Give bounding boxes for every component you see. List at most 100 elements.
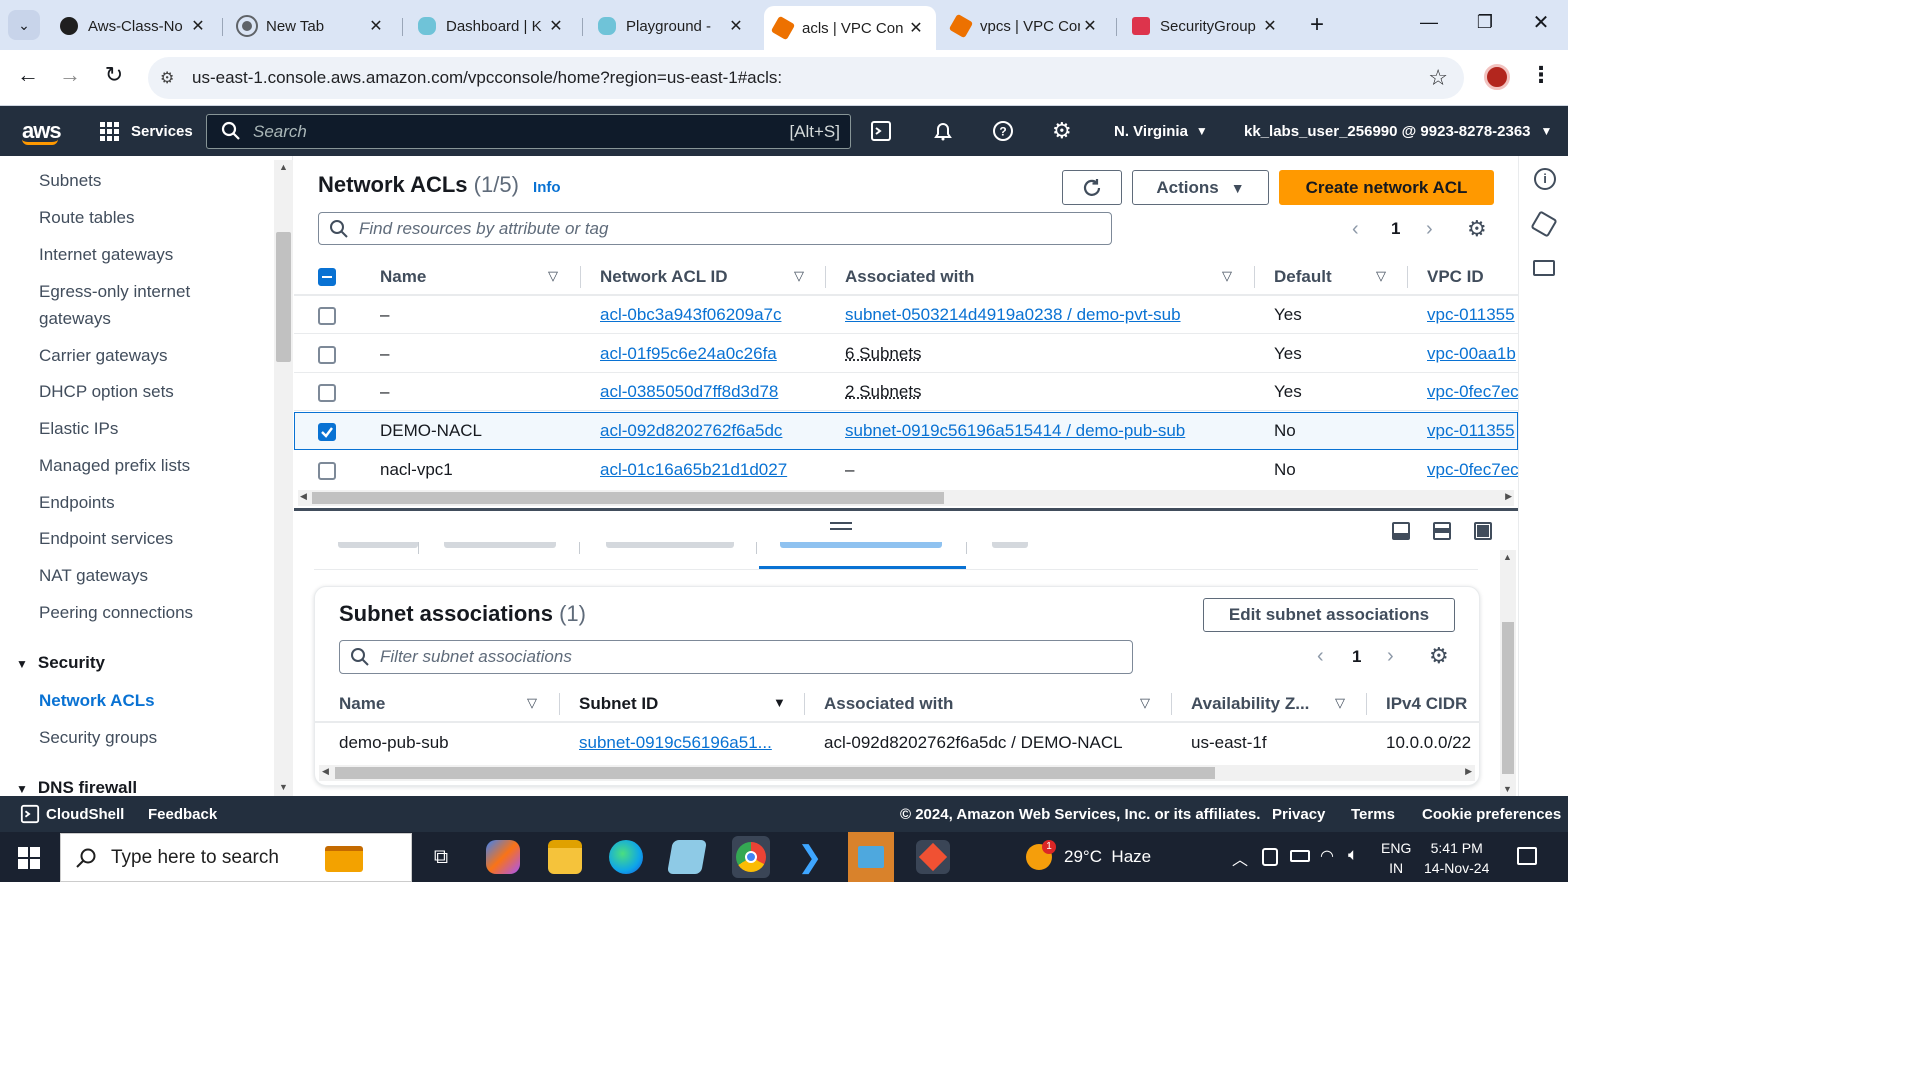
photos-icon[interactable] [848, 832, 894, 882]
info-link[interactable]: Info [533, 179, 561, 196]
cell-network-acl-id[interactable]: acl-092d8202762f6a5dc [600, 421, 782, 441]
sidebar-item-carrier-gateways[interactable]: Carrier gateways [39, 342, 168, 369]
close-icon[interactable]: ✕ [366, 16, 386, 36]
sort-icon[interactable]: ▽ [1140, 695, 1150, 711]
cell-network-acl-id[interactable]: acl-01f95c6e24a0c26fa [600, 344, 777, 364]
services-menu[interactable]: Services [100, 106, 193, 156]
next-page-icon[interactable]: › [1387, 645, 1394, 668]
site-info-icon[interactable]: ⚙ [160, 68, 184, 88]
panel-full-icon[interactable] [1474, 522, 1492, 540]
terms-link[interactable]: Terms [1351, 796, 1395, 832]
close-icon[interactable]: ✕ [906, 18, 926, 38]
page-number[interactable]: 1 [1352, 647, 1361, 667]
chrome-icon[interactable] [732, 836, 770, 878]
sort-icon[interactable]: ▽ [794, 268, 804, 284]
sidebar-section-dns-firewall[interactable]: ▼ DNS firewall [16, 778, 137, 796]
vscode-icon[interactable]: ❯ [793, 840, 827, 874]
browser-tab[interactable]: SecurityGroup ✕ [1122, 8, 1290, 44]
browser-tab[interactable]: Dashboard | K ✕ [408, 8, 576, 44]
actions-button[interactable]: Actions ▼ [1132, 170, 1269, 205]
sort-icon[interactable]: ▽ [1335, 695, 1345, 711]
cell-network-acl-id[interactable]: acl-0bc3a943f06209a7c [600, 305, 781, 325]
cell-associated-with[interactable]: subnet-0503214d4919a0238 / demo-pvt-sub [845, 305, 1181, 325]
close-icon[interactable]: ✕ [546, 16, 566, 36]
taskbar-search-input[interactable]: Type here to search [60, 833, 412, 882]
task-view-icon[interactable]: ⧉ [424, 840, 458, 874]
split-panel-scrollbar[interactable]: ▲ ▼ [1500, 550, 1516, 796]
sidebar-item-security-groups[interactable]: Security groups [39, 724, 157, 751]
sidebar-item-endpoint-services[interactable]: Endpoint services [39, 525, 173, 552]
forward-icon[interactable]: → [56, 62, 84, 90]
tray-meet-icon[interactable] [1262, 848, 1278, 866]
browser-tab[interactable]: Aws-Class-No ✕ [50, 8, 218, 44]
nacl-table-scrollbar[interactable]: ◀ ▶ [298, 490, 1514, 506]
column-header-vpc-id[interactable]: VPC ID [1427, 267, 1484, 287]
column-header-ipv4-cidr[interactable]: IPv4 CIDR [1386, 694, 1467, 714]
feedback-link[interactable]: Feedback [148, 796, 217, 832]
column-header-associated-with[interactable]: Associated with [845, 267, 974, 287]
windows-start-icon[interactable] [18, 847, 40, 869]
reload-icon[interactable]: ↻ [100, 62, 128, 90]
browser-menu-icon[interactable]: ⋮ [1530, 62, 1552, 92]
column-header-name[interactable]: Name [339, 694, 385, 714]
sidebar-item-subnets[interactable]: Subnets [39, 167, 101, 194]
file-explorer-icon[interactable] [548, 840, 582, 874]
column-header-network-acl-id[interactable]: Network ACL ID [600, 267, 728, 287]
new-tab-icon[interactable]: + [1302, 10, 1332, 40]
copilot-icon[interactable] [486, 840, 520, 874]
nacl-filter-input[interactable]: Find resources by attribute or tag [318, 212, 1112, 245]
table-row[interactable]: – acl-0385050d7ff8d3d78 2 Subnets Yes vp… [294, 373, 1518, 411]
browser-tab[interactable]: New Tab ✕ [228, 8, 396, 44]
tab-details[interactable] [338, 542, 418, 548]
select-all-checkbox[interactable] [318, 268, 336, 286]
subnet-table-scrollbar[interactable]: ◀ ▶ [319, 765, 1475, 781]
column-header-associated-with[interactable]: Associated with [824, 694, 953, 714]
drag-handle-icon[interactable] [830, 522, 852, 530]
weather-widget[interactable]: 1 29°C Haze [1026, 840, 1151, 872]
close-icon[interactable]: ✕ [1260, 16, 1280, 36]
cell-vpc-id[interactable]: vpc-00aa1b [1427, 344, 1516, 364]
tab-subnet-associations[interactable] [780, 542, 942, 548]
cell-vpc-id[interactable]: vpc-011355 [1427, 421, 1515, 441]
sort-icon[interactable]: ▽ [527, 695, 537, 711]
column-header-name[interactable]: Name [380, 267, 426, 287]
notepad-icon[interactable] [667, 840, 707, 874]
row-checkbox[interactable] [318, 462, 336, 480]
sort-icon[interactable]: ▽ [1222, 268, 1232, 284]
cell-network-acl-id[interactable]: acl-0385050d7ff8d3d78 [600, 382, 778, 402]
sidebar-item-elastic-ips[interactable]: Elastic IPs [39, 415, 118, 442]
cell-vpc-id[interactable]: vpc-0fec7ec [1427, 460, 1518, 480]
sidebar-item-peering-connections[interactable]: Peering connections [39, 599, 193, 626]
sidebar-item-internet-gateways[interactable]: Internet gateways [39, 241, 173, 268]
row-checkbox-checked[interactable] [318, 423, 336, 441]
table-row[interactable]: demo-pub-sub subnet-0919c56196a51... acl… [315, 723, 1479, 761]
git-icon[interactable] [916, 840, 950, 874]
sidebar-scrollbar[interactable]: ▲ ▼ [274, 160, 293, 796]
info-panel-icon[interactable]: i [1534, 168, 1556, 190]
tutorials-icon[interactable] [1530, 210, 1558, 238]
cell-vpc-id[interactable]: vpc-011355 [1427, 305, 1515, 325]
close-icon[interactable]: ✕ [726, 16, 746, 36]
volume-icon[interactable]: 🔈︎ [1348, 845, 1358, 865]
settings-gear-icon[interactable]: ⚙ [1052, 106, 1076, 156]
sort-descending-icon[interactable]: ▼ [773, 695, 786, 710]
sort-icon[interactable]: ▽ [548, 268, 558, 284]
sidebar-item-nat-gateways[interactable]: NAT gateways [39, 562, 148, 589]
page-number[interactable]: 1 [1391, 219, 1400, 239]
feedback-panel-icon[interactable] [1533, 260, 1555, 276]
cell-associated-with[interactable]: 2 Subnets [845, 382, 922, 402]
edit-subnet-associations-button[interactable]: Edit subnet associations [1203, 598, 1455, 632]
browser-tab-active[interactable]: acls | VPC Con ✕ [764, 6, 936, 50]
bookmark-star-icon[interactable]: ☆ [1428, 65, 1448, 91]
panel-bottom-icon[interactable] [1392, 522, 1410, 540]
restore-icon[interactable]: ❐ [1470, 12, 1500, 38]
column-header-availability-zone[interactable]: Availability Z... [1191, 694, 1309, 714]
prev-page-icon[interactable]: ‹ [1317, 645, 1324, 668]
notification-center-icon[interactable] [1517, 847, 1537, 865]
next-page-icon[interactable]: › [1426, 218, 1433, 241]
sidebar-item-managed-prefix-lists[interactable]: Managed prefix lists [39, 452, 190, 479]
table-row-selected[interactable]: DEMO-NACL acl-092d8202762f6a5dc subnet-0… [294, 412, 1518, 450]
create-network-acl-button[interactable]: Create network ACL [1279, 170, 1494, 205]
tab-outbound-rules[interactable] [606, 542, 734, 548]
browser-tab[interactable]: Playground - ✕ [588, 8, 756, 44]
